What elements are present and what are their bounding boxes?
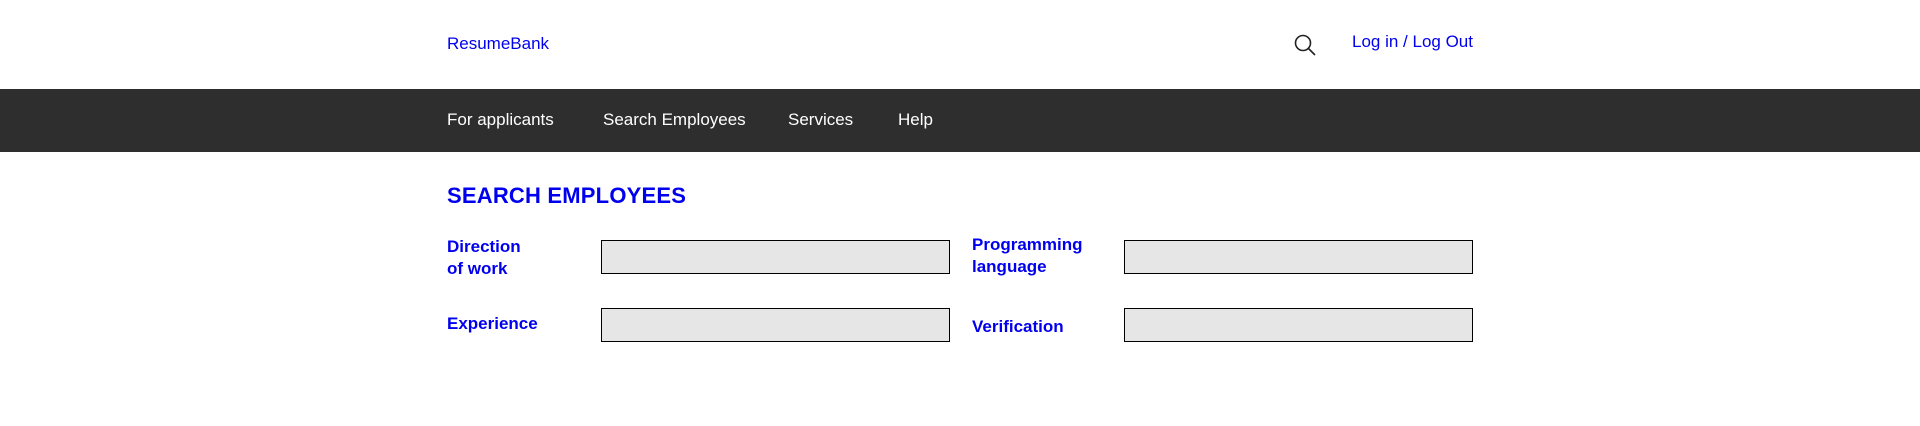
- programming-label-line2: language: [972, 257, 1047, 276]
- verification-label: Verification: [972, 317, 1064, 336]
- nav-item-for-applicants[interactable]: For applicants: [447, 110, 554, 130]
- direction-of-work-input[interactable]: [601, 240, 950, 274]
- site-header: ResumeBank Log in / Log Out: [0, 0, 1920, 89]
- main-nav: For applicants Search Employees Services…: [0, 89, 1920, 152]
- nav-item-help[interactable]: Help: [898, 110, 933, 130]
- brand-logo-link[interactable]: ResumeBank: [447, 34, 549, 54]
- login-logout-link[interactable]: Log in / Log Out: [1352, 32, 1473, 52]
- direction-label-line2: of work: [447, 259, 508, 278]
- search-form: SEARCH EMPLOYEES Direction of work Progr…: [0, 152, 1920, 426]
- programming-label-line1: Programming: [972, 235, 1083, 254]
- programming-language-input[interactable]: [1124, 240, 1473, 274]
- search-icon[interactable]: [1293, 33, 1317, 57]
- experience-label: Experience: [447, 314, 538, 333]
- page-title: SEARCH EMPLOYEES: [447, 183, 687, 208]
- nav-item-services[interactable]: Services: [788, 110, 853, 130]
- direction-label-line1: Direction: [447, 237, 521, 256]
- direction-of-work-label: Direction of work: [447, 236, 577, 280]
- nav-item-search-employees[interactable]: Search Employees: [603, 110, 746, 130]
- experience-input[interactable]: [601, 308, 950, 342]
- verification-input[interactable]: [1124, 308, 1473, 342]
- programming-language-label: Programming language: [972, 234, 1102, 278]
